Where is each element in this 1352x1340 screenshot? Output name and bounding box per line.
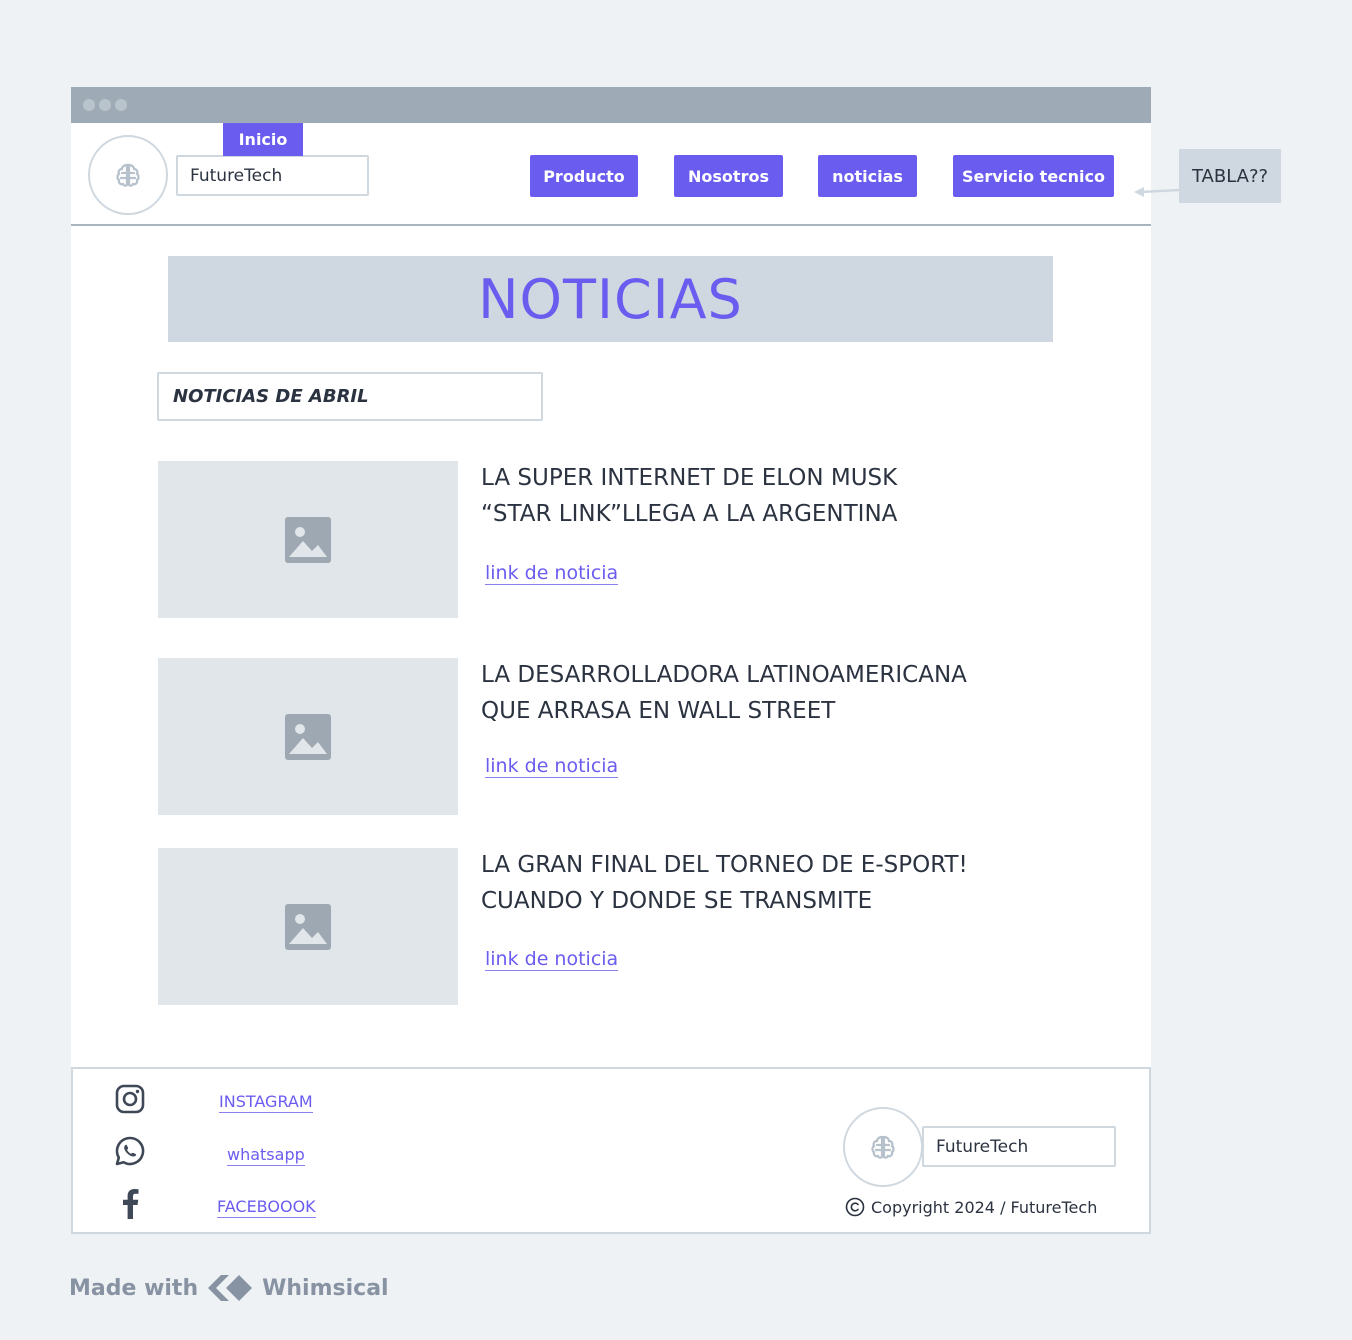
section-title: NOTICIAS DE ABRIL xyxy=(157,372,543,421)
news-link[interactable]: link de noticia xyxy=(485,562,619,585)
facebook-link[interactable]: FACEBOOOK xyxy=(217,1197,316,1218)
image-icon xyxy=(285,903,331,950)
news-title-line: LA GRAN FINAL DEL TORNEO DE E-SPORT! xyxy=(481,852,968,878)
whatsapp-icon[interactable] xyxy=(113,1134,147,1168)
whimsical-logo-icon xyxy=(208,1275,253,1301)
news-title: LA DESARROLLADORA LATINOAMERICANA QUE AR… xyxy=(481,657,1041,729)
nav-servicio-tecnico-button[interactable]: Servicio tecnico xyxy=(953,155,1114,197)
annotation-note: TABLA?? xyxy=(1179,149,1281,203)
image-icon xyxy=(285,713,331,760)
brand-logo[interactable] xyxy=(88,135,168,215)
copyright-notice: Copyright 2024 / FutureTech xyxy=(845,1197,1097,1217)
nav-noticias-button[interactable]: noticias xyxy=(818,155,917,197)
news-title-line: QUE ARRASA EN WALL STREET xyxy=(481,698,836,724)
news-title-line: LA SUPER INTERNET DE ELON MUSK xyxy=(481,465,898,491)
site-header: FutureTech Inicio Producto Nosotros noti… xyxy=(71,123,1151,226)
news-title-line: “STAR LINK”LLEGA A LA ARGENTINA xyxy=(481,501,898,527)
instagram-icon[interactable] xyxy=(113,1082,147,1116)
news-title-line: LA DESARROLLADORA LATINOAMERICANA xyxy=(481,662,967,688)
copyright-icon xyxy=(845,1197,865,1217)
image-icon xyxy=(285,516,331,563)
news-image-placeholder xyxy=(158,848,458,1005)
window-titlebar xyxy=(71,87,1151,123)
news-title-line: CUANDO Y DONDE SE TRANSMITE xyxy=(481,888,873,914)
brain-icon xyxy=(871,1135,895,1159)
footer-brand-logo[interactable] xyxy=(843,1107,923,1187)
whimsical-brand: Whimsical xyxy=(262,1275,389,1301)
nav-producto-button[interactable]: Producto xyxy=(530,155,638,197)
news-image-placeholder xyxy=(158,461,458,618)
window-dot-icon xyxy=(99,99,111,111)
window-dot-icon xyxy=(115,99,127,111)
nav-inicio-button[interactable]: Inicio xyxy=(223,123,303,156)
news-image-placeholder xyxy=(158,658,458,815)
browser-window: FutureTech Inicio Producto Nosotros noti… xyxy=(71,87,1151,1234)
brand-name-box: FutureTech xyxy=(176,155,369,196)
facebook-icon[interactable] xyxy=(113,1186,147,1220)
footer-brand-box: FutureTech xyxy=(922,1126,1116,1167)
made-with-label: Made with xyxy=(69,1275,199,1301)
made-with-watermark: Made with Whimsical xyxy=(69,1270,389,1306)
whatsapp-link[interactable]: whatsapp xyxy=(227,1145,305,1166)
site-footer: INSTAGRAM whatsapp FACEBOOOK FutureTech … xyxy=(71,1067,1151,1234)
news-link[interactable]: link de noticia xyxy=(485,948,619,971)
nav-nosotros-button[interactable]: Nosotros xyxy=(674,155,783,197)
window-dot-icon xyxy=(83,99,95,111)
news-title: LA GRAN FINAL DEL TORNEO DE E-SPORT! CUA… xyxy=(481,847,1041,919)
copyright-text: Copyright 2024 / FutureTech xyxy=(871,1197,1098,1217)
annotation-arrow-icon xyxy=(1134,187,1181,197)
brain-icon xyxy=(116,163,140,187)
instagram-link[interactable]: INSTAGRAM xyxy=(219,1092,313,1113)
news-link[interactable]: link de noticia xyxy=(485,755,619,778)
news-title: LA SUPER INTERNET DE ELON MUSK “STAR LIN… xyxy=(481,460,1041,532)
page-title-banner: NOTICIAS xyxy=(168,256,1053,342)
